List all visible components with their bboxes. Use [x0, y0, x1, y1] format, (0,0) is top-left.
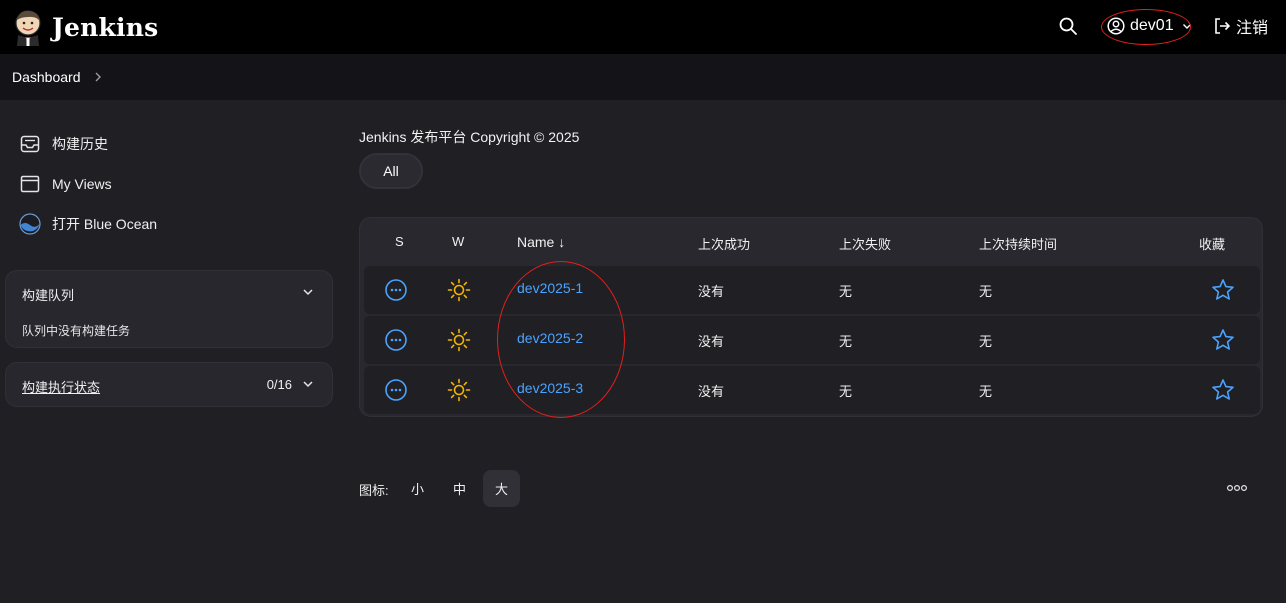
- job-link[interactable]: dev2025-3: [517, 380, 583, 396]
- build-queue-title[interactable]: 构建队列: [22, 285, 74, 304]
- tab-all[interactable]: All: [359, 153, 423, 189]
- chevron-down-icon: [1182, 24, 1191, 29]
- last-success-value: 没有: [698, 284, 725, 299]
- blue-ocean-icon: [19, 213, 41, 235]
- window-icon: [19, 173, 41, 195]
- user-menu-button[interactable]: dev01: [1101, 8, 1197, 45]
- sunny-icon: [447, 378, 471, 402]
- job-link[interactable]: dev2025-2: [517, 330, 583, 346]
- sunny-icon: [447, 328, 471, 352]
- star-icon[interactable]: [1211, 328, 1235, 352]
- logout-icon: [1215, 18, 1231, 34]
- breadcrumb-chevron-icon[interactable]: [93, 71, 103, 83]
- user-avatar-icon: [1107, 17, 1125, 35]
- table-row: dev2025-1 没有 无 无: [364, 266, 1260, 314]
- user-name: dev01: [1130, 17, 1174, 34]
- sidebar-item-build-history[interactable]: 构建历史: [19, 133, 108, 155]
- last-duration-value: 无: [979, 384, 993, 399]
- last-failure-value: 无: [839, 334, 853, 349]
- last-duration-value: 无: [979, 284, 993, 299]
- column-header-last-success[interactable]: 上次成功: [698, 234, 750, 253]
- last-success-value: 没有: [698, 384, 725, 399]
- more-dots-icon: [1226, 484, 1248, 492]
- sidebar-item-my-views[interactable]: My Views: [19, 173, 112, 195]
- build-queue-empty-text: 队列中没有构建任务: [22, 324, 131, 338]
- table-row: dev2025-2 没有 无 无: [364, 316, 1260, 364]
- chevron-down-icon[interactable]: [302, 285, 314, 301]
- sidebar-item-blue-ocean[interactable]: 打开 Blue Ocean: [19, 213, 157, 235]
- icon-size-label: 图标:: [359, 483, 389, 498]
- search-button[interactable]: [1056, 13, 1080, 39]
- star-icon[interactable]: [1211, 278, 1235, 302]
- jenkins-logo-icon: [15, 10, 41, 46]
- breadcrumb: Dashboard: [0, 54, 1286, 100]
- column-header-last-failure[interactable]: 上次失败: [839, 234, 891, 253]
- column-header-favorite: 收藏: [1199, 237, 1226, 252]
- last-success-value: 没有: [698, 334, 725, 349]
- jenkins-home-link[interactable]: Jenkins: [12, 8, 158, 46]
- sidebar-item-label: 打开 Blue Ocean: [52, 216, 158, 232]
- executor-count: 0/16: [266, 377, 292, 392]
- icon-size-large[interactable]: 大: [483, 470, 520, 507]
- more-options-button[interactable]: [1226, 480, 1248, 496]
- brand-title: Jenkins: [52, 12, 159, 42]
- search-icon: [1059, 17, 1077, 35]
- view-description: Jenkins 发布平台 Copyright © 2025: [359, 129, 580, 145]
- last-duration-value: 无: [979, 334, 993, 349]
- chevron-down-icon[interactable]: [302, 377, 314, 393]
- star-icon[interactable]: [1211, 378, 1235, 402]
- sidebar-item-label: My Views: [52, 176, 112, 192]
- icon-size-medium[interactable]: 中: [441, 470, 478, 507]
- breadcrumb-dashboard[interactable]: Dashboard: [12, 69, 81, 85]
- jobs-table: S W Name ↓ 上次成功 上次失败 上次持续时间 收藏 dev2025-1…: [359, 217, 1263, 418]
- not-built-icon: [385, 379, 407, 401]
- not-built-icon: [385, 329, 407, 351]
- table-row: dev2025-3 没有 无 无: [364, 366, 1260, 414]
- column-header-status[interactable]: S: [395, 234, 404, 249]
- build-executors-link[interactable]: 构建执行状态: [22, 377, 100, 396]
- logout-button[interactable]: 注销: [1213, 14, 1268, 38]
- sunny-icon: [447, 278, 471, 302]
- build-executors-panel: 构建执行状态 0/16: [5, 362, 333, 407]
- column-header-last-duration[interactable]: 上次持续时间: [979, 234, 1057, 253]
- column-header-weather[interactable]: W: [452, 234, 464, 249]
- not-built-icon: [385, 279, 407, 301]
- last-failure-value: 无: [839, 284, 853, 299]
- column-header-name[interactable]: Name ↓: [517, 234, 565, 250]
- sidebar-item-label: 构建历史: [52, 136, 108, 152]
- last-failure-value: 无: [839, 384, 853, 399]
- top-header: Jenkins dev01 注销: [0, 0, 1286, 54]
- logout-label: 注销: [1236, 20, 1269, 37]
- build-queue-panel: 构建队列 队列中没有构建任务: [5, 270, 333, 348]
- job-link[interactable]: dev2025-1: [517, 280, 583, 296]
- inbox-icon: [19, 133, 41, 155]
- icon-size-small[interactable]: 小: [399, 470, 436, 507]
